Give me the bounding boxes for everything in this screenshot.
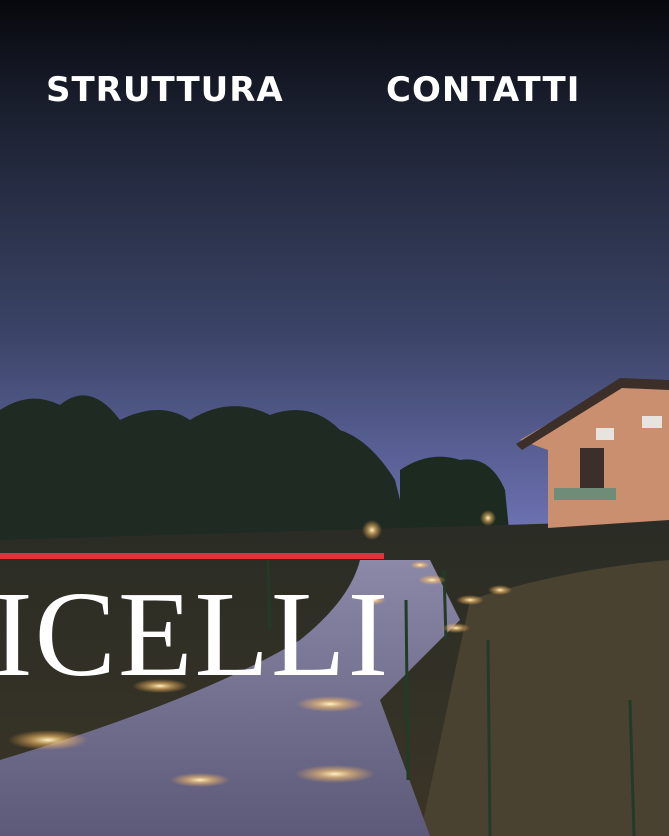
- accent-line: [0, 553, 384, 559]
- nav-link-contatti[interactable]: CONTATTI: [386, 68, 580, 112]
- main-nav: STRUTTURA CONTATTI: [0, 68, 669, 116]
- hero-title: ICELLI: [0, 567, 391, 702]
- night-scene-photo: [0, 0, 669, 836]
- hero-background: [0, 0, 669, 836]
- nav-link-struttura[interactable]: STRUTTURA: [46, 68, 284, 112]
